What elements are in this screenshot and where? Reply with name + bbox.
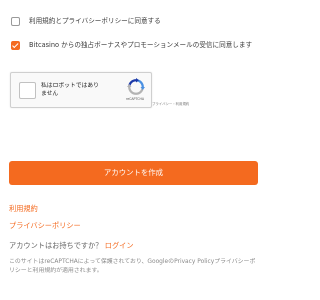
bonus-consent-label: Bitcasino からの独占ボーナスやプロモーションメールの受信に同意します (29, 41, 253, 49)
recaptcha-logo-icon (127, 78, 145, 95)
terms-link[interactable]: 利用規約 (9, 204, 38, 214)
login-link[interactable]: ログイン (105, 241, 134, 250)
have-account-text: アカウントはお持ちですか？ (9, 241, 103, 250)
recaptcha-brand-label: reCAPTCHA (125, 97, 145, 101)
recaptcha-widget: 私はロボットではありません reCAPTCHA (10, 72, 152, 108)
bonus-checkbox[interactable] (11, 41, 20, 50)
recaptcha-checkbox[interactable] (19, 82, 36, 99)
recaptcha-checkbox-label: 私はロボットではありません (41, 83, 99, 97)
privacy-policy-link[interactable]: プライバシーポリシー (9, 221, 81, 231)
terms-checkbox[interactable] (11, 17, 20, 26)
login-prompt: アカウントはお持ちですか？ ログイン (9, 241, 134, 251)
recaptcha-disclaimer: このサイトはreCAPTCHAによって保護されており、GoogleのPrivac… (9, 259, 256, 274)
terms-consent-label: 利用規約とプライバシーポリシーに同意する (29, 17, 161, 25)
recaptcha-privacy-terms-links[interactable]: プライバシー・利用規約 (152, 101, 189, 106)
create-account-button[interactable]: アカウントを作成 (9, 161, 258, 185)
